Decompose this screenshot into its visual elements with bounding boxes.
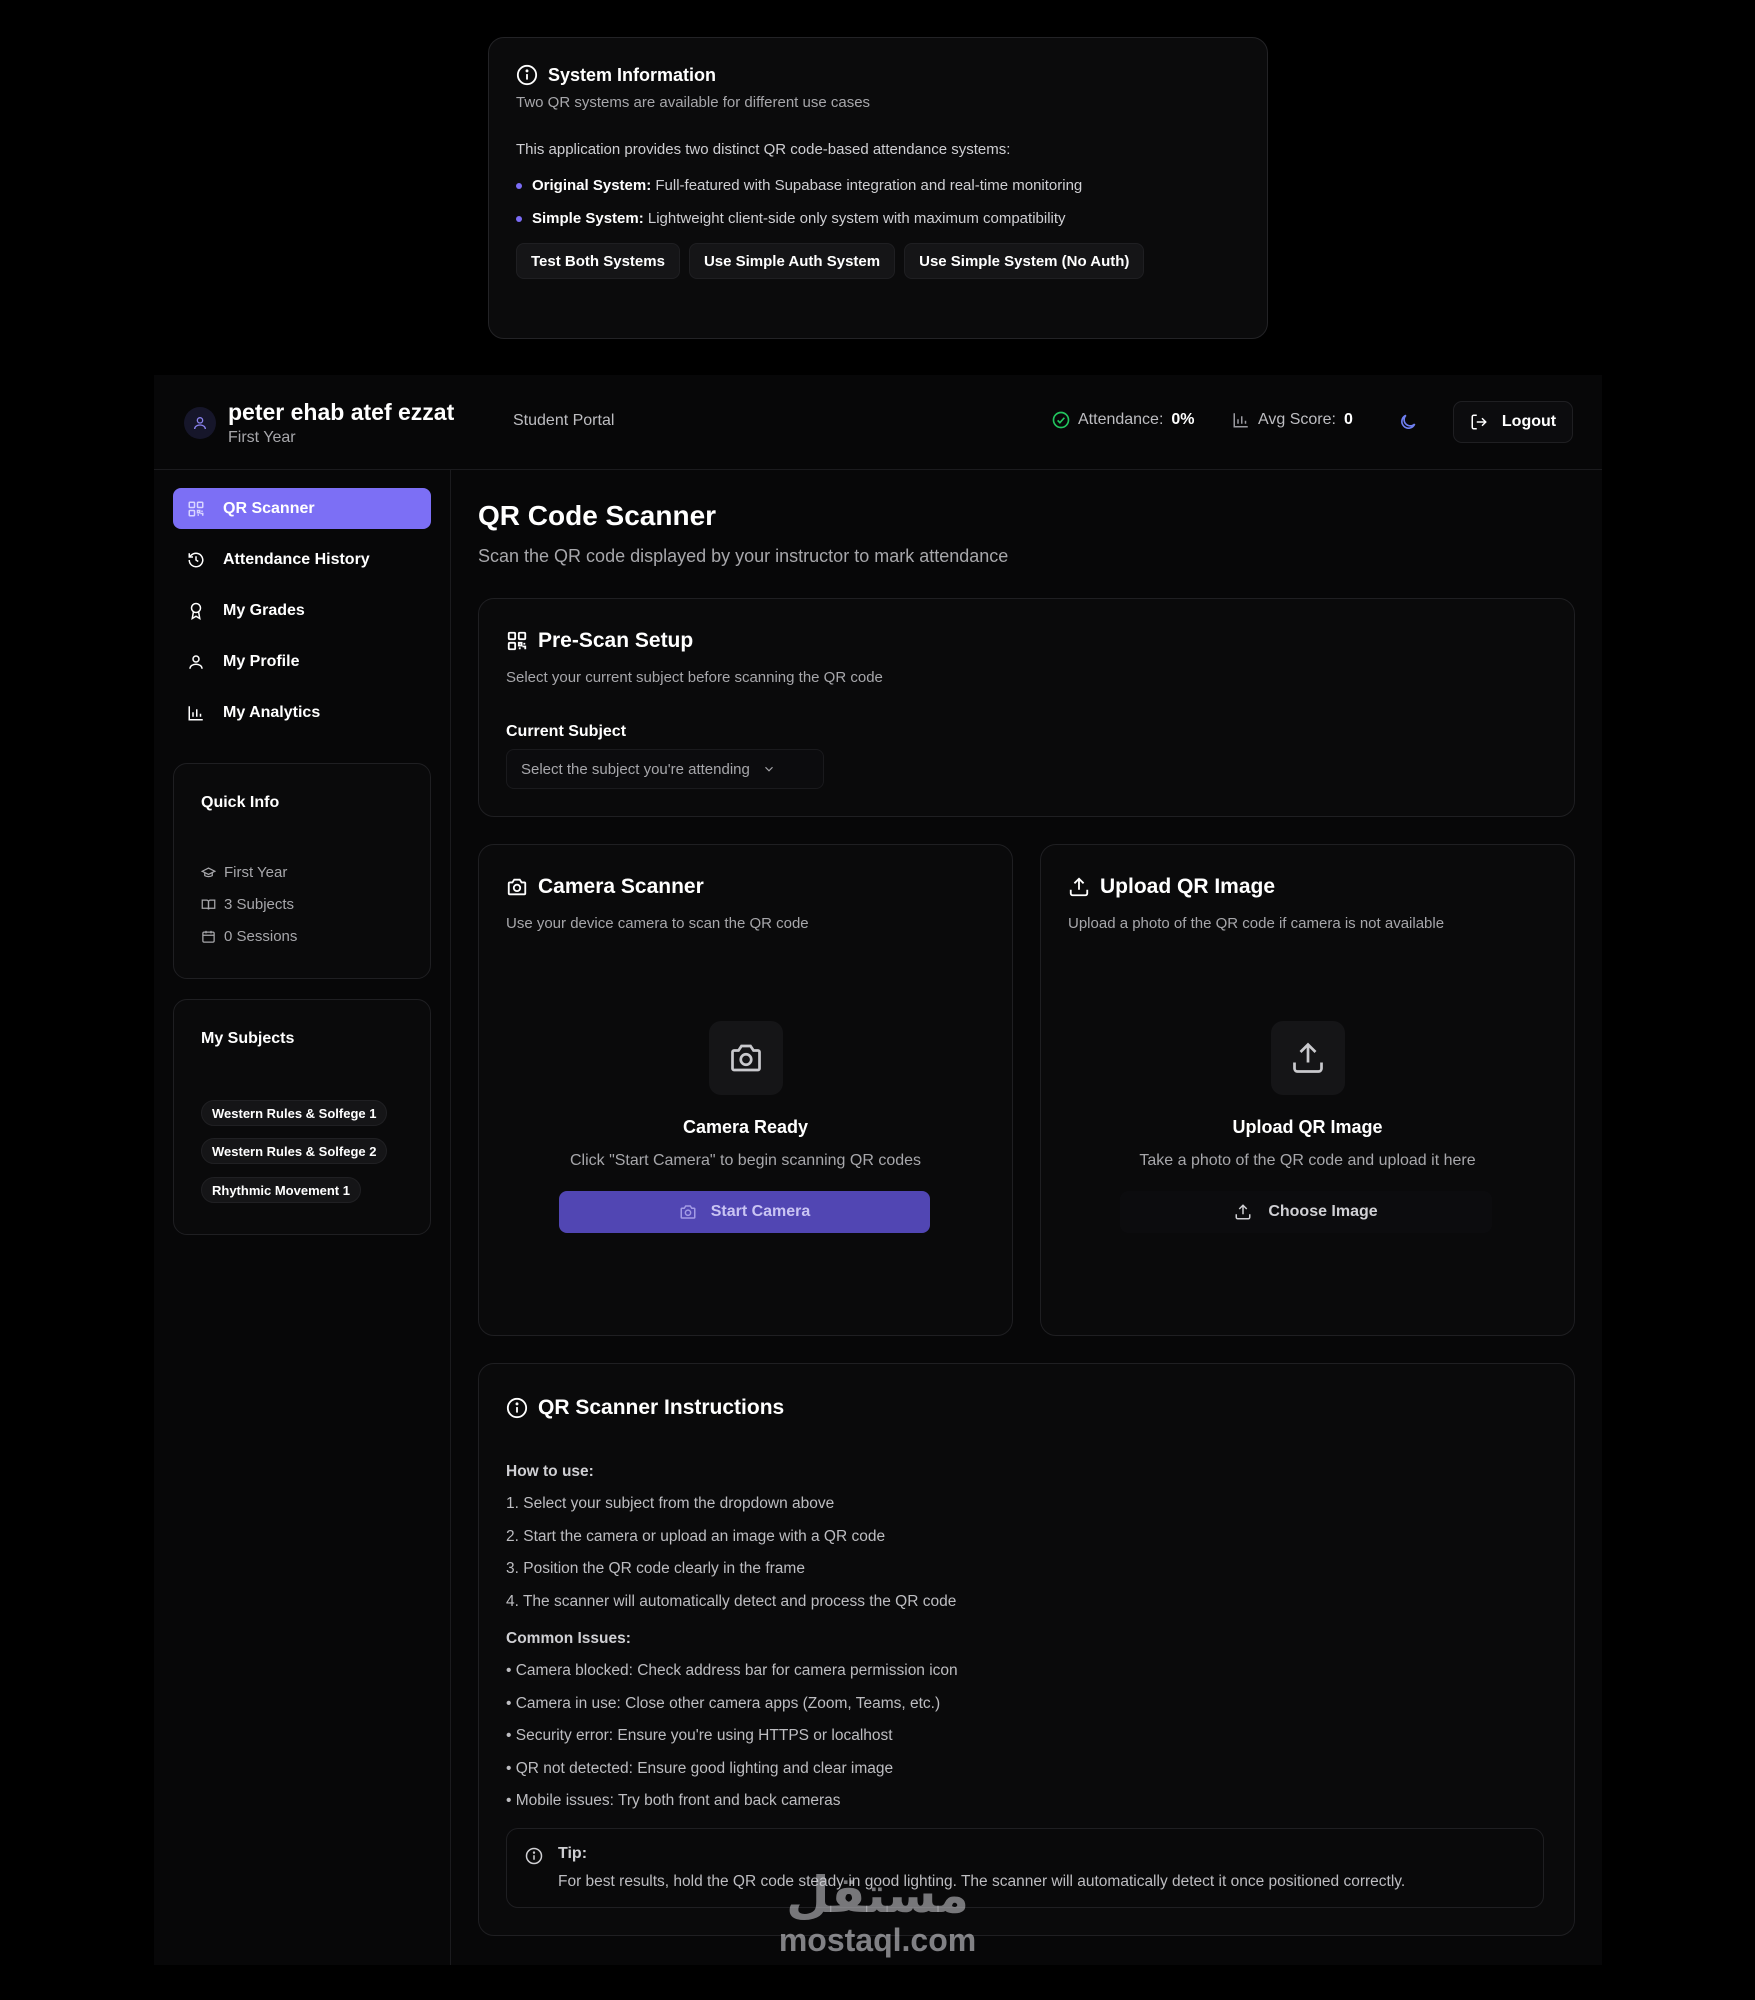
qr-instructions-title: QR Scanner Instructions <box>506 1396 784 1420</box>
info-icon <box>516 64 538 86</box>
simple-auth-system-button[interactable]: Use Simple Auth System <box>688 243 896 279</box>
qr-instructions-card: QR Scanner Instructions How to use: 1. S… <box>478 1363 1575 1936</box>
user-icon <box>187 653 205 671</box>
how-to-use-heading: How to use: <box>506 1463 594 1480</box>
camera-scanner-card: Camera Scanner Use your device camera to… <box>478 844 1013 1336</box>
system-list-item: Simple System: Lightweight client-side o… <box>516 210 1240 227</box>
user-icon <box>194 417 206 430</box>
pre-scan-setup-card: Pre-Scan Setup Select your current subje… <box>478 598 1575 817</box>
book-icon <box>201 897 216 912</box>
simple-system-no-auth-button[interactable]: Use Simple System (No Auth) <box>904 243 1145 279</box>
page-subtitle: Scan the QR code displayed by your instr… <box>478 546 1009 566</box>
quick-info-sessions: 0 Sessions <box>201 928 297 945</box>
issue-item: • Camera in use: Close other camera apps… <box>506 1695 941 1712</box>
pre-scan-subtitle: Select your current subject before scann… <box>506 669 883 686</box>
upload-status: Upload QR Image <box>1232 1117 1383 1137</box>
award-icon <box>187 602 205 620</box>
logout-icon <box>1470 413 1488 431</box>
issue-item: • Security error: Ensure you're using HT… <box>506 1727 893 1744</box>
watermark-arabic: مستقل <box>786 1866 969 1924</box>
upload-icon <box>1068 876 1090 898</box>
user-year: First Year <box>228 429 296 446</box>
system-list-item: Original System: Full-featured with Supa… <box>516 177 1240 194</box>
camera-status: Camera Ready <box>682 1117 809 1137</box>
sidebar-item-my-grades[interactable]: My Grades <box>173 590 431 631</box>
my-subjects-panel: My Subjects Western Rules & Solfege 1 We… <box>173 999 431 1235</box>
sidebar-item-my-analytics[interactable]: My Analytics <box>173 692 431 733</box>
logout-button[interactable]: Logout <box>1453 401 1573 443</box>
instruction-step: 4. The scanner will automatically detect… <box>506 1593 957 1610</box>
attendance-stat: Attendance: 0% <box>1052 411 1195 429</box>
common-issues-heading: Common Issues: <box>506 1630 631 1647</box>
system-list: Original System: Full-featured with Supa… <box>516 177 1240 227</box>
instruction-step: 1. Select your subject from the dropdown… <box>506 1495 835 1512</box>
system-info-description: This application provides two distinct Q… <box>516 141 1011 158</box>
sidebar-item-qr-scanner[interactable]: QR Scanner <box>173 488 431 529</box>
bar-chart-icon <box>187 704 205 722</box>
quick-info-subjects: 3 Subjects <box>201 896 294 913</box>
current-subject-label: Current Subject <box>506 723 627 740</box>
instruction-step: 3. Position the QR code clearly in the f… <box>506 1560 805 1577</box>
subject-chip[interactable]: Rhythmic Movement 1 <box>201 1177 361 1203</box>
page-title: QR Code Scanner <box>478 500 717 531</box>
issue-item: • Mobile issues: Try both front and back… <box>506 1792 841 1809</box>
check-circle-icon <box>1052 411 1070 429</box>
system-info-title: System Information <box>516 64 1240 86</box>
upload-icon <box>1234 1203 1252 1221</box>
camera-icon <box>709 1021 783 1095</box>
upload-hint: Take a photo of the QR code and upload i… <box>1139 1152 1476 1169</box>
camera-hint: Click "Start Camera" to begin scanning Q… <box>569 1152 922 1169</box>
upload-qr-card: Upload QR Image Upload a photo of the QR… <box>1040 844 1575 1336</box>
user-name: peter ehab atef ezzat <box>228 399 455 425</box>
my-subjects-title: My Subjects <box>201 1030 295 1047</box>
choose-image-button[interactable]: Choose Image <box>1120 1191 1492 1233</box>
sidebar-item-my-profile[interactable]: My Profile <box>173 641 431 682</box>
upload-qr-title: Upload QR Image <box>1068 875 1275 899</box>
history-icon <box>187 551 205 569</box>
mostaql-watermark: مستقل mostaql.com <box>770 1868 985 1958</box>
camera-scanner-subtitle: Use your device camera to scan the QR co… <box>506 915 809 932</box>
qr-icon <box>187 500 205 518</box>
subject-chip[interactable]: Western Rules & Solfege 1 <box>201 1100 388 1126</box>
subject-chip[interactable]: Western Rules & Solfege 2 <box>201 1138 388 1164</box>
avatar <box>184 407 216 439</box>
system-info-card: System Information Two QR systems are av… <box>488 37 1268 339</box>
quick-info-panel: Quick Info First Year 3 Subjects 0 Sessi… <box>173 763 431 979</box>
qr-icon <box>506 630 528 652</box>
theme-toggle-moon-icon[interactable] <box>1398 412 1418 432</box>
system-buttons: Test Both Systems Use Simple Auth System… <box>516 243 1240 279</box>
watermark-latin: mostaql.com <box>778 1922 977 1958</box>
instruction-step: 2. Start the camera or upload an image w… <box>506 1528 886 1545</box>
test-both-systems-button[interactable]: Test Both Systems <box>516 243 680 279</box>
pre-scan-title: Pre-Scan Setup <box>506 629 693 653</box>
quick-info-title: Quick Info <box>201 794 280 811</box>
info-icon <box>506 1397 528 1419</box>
graduation-cap-icon <box>201 865 216 880</box>
camera-icon <box>679 1203 697 1221</box>
issue-item: • QR not detected: Ensure good lighting … <box>506 1760 894 1777</box>
start-camera-button[interactable]: Start Camera <box>559 1191 930 1233</box>
portal-label: Student Portal <box>513 412 615 429</box>
avg-score-stat: Avg Score: 0 <box>1232 411 1353 429</box>
issue-item: • Camera blocked: Check address bar for … <box>506 1662 958 1679</box>
bullet-dot <box>516 182 522 189</box>
calendar-icon <box>201 929 216 944</box>
upload-qr-subtitle: Upload a photo of the QR code if camera … <box>1068 915 1445 932</box>
upload-icon <box>1271 1021 1345 1095</box>
info-icon <box>525 1847 543 1865</box>
bullet-dot <box>516 215 522 222</box>
camera-icon <box>506 876 528 898</box>
system-info-subtitle: Two QR systems are available for differe… <box>516 94 871 111</box>
camera-scanner-title: Camera Scanner <box>506 875 704 899</box>
tip-box: Tip: For best results, hold the QR code … <box>506 1828 1544 1908</box>
bar-chart-icon <box>1232 411 1250 429</box>
sidebar-item-attendance-history[interactable]: Attendance History <box>173 539 431 580</box>
chevron-down-icon <box>762 762 776 776</box>
subject-select[interactable]: Select the subject you're attending <box>506 749 824 789</box>
tip-title: Tip: <box>558 1845 588 1862</box>
quick-info-year: First Year <box>201 864 287 881</box>
